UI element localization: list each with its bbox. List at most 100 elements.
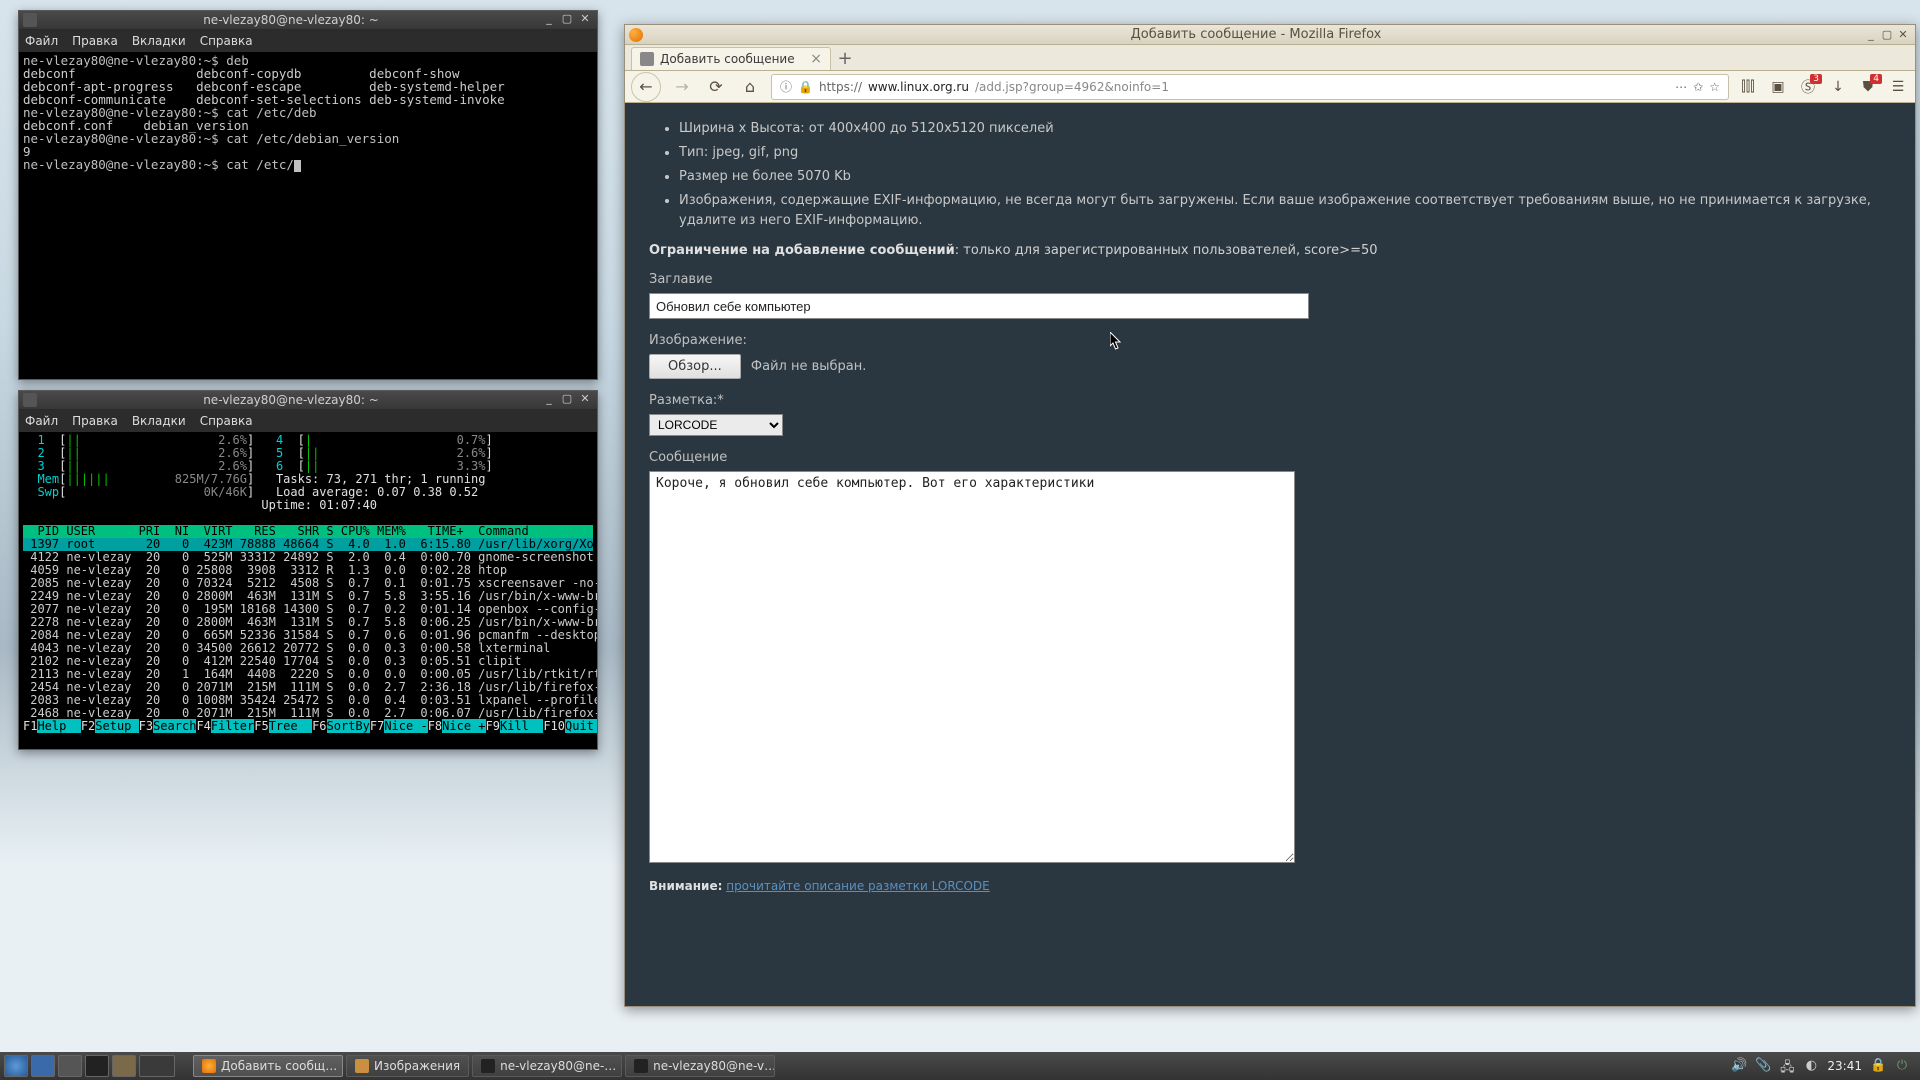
url-proto: https:// <box>819 80 862 94</box>
title-input[interactable] <box>649 293 1309 319</box>
browse-button[interactable]: Обзор... <box>649 354 741 379</box>
terminal-window-1: ne-vlezay80@ne-vlezay80: ~ _ ▢ ✕ Файл Пр… <box>18 10 598 380</box>
close-button[interactable]: ✕ <box>577 13 593 27</box>
screensaver-icon[interactable]: ◐ <box>1803 1058 1819 1074</box>
markup-select[interactable]: LORCODE <box>649 414 783 436</box>
menubar: Файл Правка Вкладки Справка <box>19 30 597 52</box>
close-button[interactable]: ✕ <box>1895 28 1911 42</box>
htop-fkeys[interactable]: F1Help F2Setup F3SearchF4FilterF5Tree F6… <box>23 719 597 733</box>
show-desktop-button[interactable] <box>112 1055 136 1077</box>
menu-file[interactable]: Файл <box>25 34 58 48</box>
minimize-button[interactable]: _ <box>541 393 557 407</box>
menu-edit[interactable]: Правка <box>72 34 118 48</box>
clock[interactable]: 23:41 <box>1827 1059 1862 1073</box>
terminal-launcher[interactable] <box>85 1055 109 1077</box>
reload-button[interactable]: ⟳ <box>703 74 729 100</box>
titlebar[interactable]: ne-vlezay80@ne-vlezay80: ~ _ ▢ ✕ <box>19 391 597 410</box>
title-label: Заглавие <box>649 272 1891 287</box>
new-tab-button[interactable]: + <box>835 50 855 70</box>
favicon-icon <box>640 52 654 66</box>
close-button[interactable]: ✕ <box>577 393 593 407</box>
sidebar-icon[interactable]: ▣ <box>1767 76 1789 98</box>
maximize-button[interactable]: ▢ <box>559 393 575 407</box>
menu-file[interactable]: Файл <box>25 414 58 428</box>
window-title: ne-vlezay80@ne-vlezay80: ~ <box>43 393 539 407</box>
lock-icon: 🔒 <box>798 80 813 94</box>
message-label: Сообщение <box>649 450 1891 465</box>
library-icon[interactable]: ⫿⫿⫿ <box>1737 76 1759 98</box>
url-bar[interactable]: ⓘ 🔒 https:// www.linux.org.ru/add.jsp?gro… <box>771 74 1729 100</box>
start-menu-button[interactable] <box>4 1055 28 1077</box>
forward-button[interactable]: → <box>669 74 695 100</box>
maximize-button[interactable]: ▢ <box>1879 28 1895 42</box>
titlebar[interactable]: ne-vlezay80@ne-vlezay80: ~ _ ▢ ✕ <box>19 11 597 30</box>
terminal-icon <box>481 1059 495 1073</box>
requirements-list: Ширина x Высота: от 400x400 до 5120x5120… <box>679 119 1891 231</box>
logout-icon[interactable]: ⏻ <box>1894 1058 1910 1074</box>
page-content[interactable]: Ширина x Высота: от 400x400 до 5120x5120… <box>625 103 1915 1006</box>
url-domain: www.linux.org.ru <box>868 80 969 94</box>
list-item: Тип: jpeg, gif, png <box>679 143 1891 163</box>
markup-label: Разметка:* <box>649 393 1891 408</box>
url-path: /add.jsp?group=4962&noinfo=1 <box>975 80 1169 94</box>
more-icon[interactable]: ⋯ <box>1675 80 1687 94</box>
info-icon[interactable]: ⓘ <box>780 78 792 95</box>
titlebar[interactable]: Добавить сообщение - Mozilla Firefox _ ▢… <box>625 25 1915 45</box>
menu-tabs[interactable]: Вкладки <box>132 34 186 48</box>
tab-bar: Добавить сообщение × + <box>625 45 1915 71</box>
clipboard-icon[interactable]: 📎 <box>1755 1058 1771 1074</box>
star-outline-icon[interactable]: ✩ <box>1693 80 1703 94</box>
minimize-button[interactable]: _ <box>541 13 557 27</box>
firefox-window: Добавить сообщение - Mozilla Firefox _ ▢… <box>624 24 1916 1007</box>
toolbar: ← → ⟳ ⌂ ⓘ 🔒 https:// www.linux.org.ru/add… <box>625 71 1915 103</box>
file-status: Файл не выбран. <box>751 359 866 374</box>
tab-label: Добавить сообщение <box>660 52 804 66</box>
taskbar-item-terminal2[interactable]: ne-vlezay80@ne-v… <box>625 1055 775 1077</box>
tab-close-icon[interactable]: × <box>810 51 822 67</box>
message-textarea[interactable] <box>649 471 1295 863</box>
browser-launcher[interactable] <box>58 1055 82 1077</box>
firefox-icon <box>202 1059 216 1073</box>
htop-output[interactable]: 1 [|| 2.6%] 4 [| 0.7%] 2 [|| 2.6%] 5 [||… <box>19 432 597 749</box>
tab-active[interactable]: Добавить сообщение × <box>631 47 831 70</box>
terminal-window-htop: ne-vlezay80@ne-vlezay80: ~ _ ▢ ✕ Файл Пр… <box>18 390 598 750</box>
maximize-button[interactable]: ▢ <box>559 13 575 27</box>
taskbar-item-firefox[interactable]: Добавить сообщ… <box>193 1055 343 1077</box>
lorcode-link[interactable]: прочитайте описание разметки LORCODE <box>726 879 990 893</box>
volume-icon[interactable]: 🔊 <box>1731 1058 1747 1074</box>
noscript-icon[interactable]: Ⓢ3 <box>1797 76 1819 98</box>
firefox-icon <box>629 28 643 42</box>
minimize-button[interactable]: _ <box>1863 28 1879 42</box>
menu-tabs[interactable]: Вкладки <box>132 414 186 428</box>
file-manager-launcher[interactable] <box>31 1055 55 1077</box>
list-item: Изображения, содержащие EXIF-информацию,… <box>679 191 1891 231</box>
bookmark-icon[interactable]: ☆ <box>1709 80 1720 94</box>
menubar: Файл Правка Вкладки Справка <box>19 410 597 432</box>
terminal-icon <box>23 13 37 27</box>
list-item: Ширина x Высота: от 400x400 до 5120x5120… <box>679 119 1891 139</box>
downloads-icon[interactable]: ↓ <box>1827 76 1849 98</box>
terminal-icon <box>23 393 37 407</box>
cursor-icon <box>294 160 301 172</box>
window-title: Добавить сообщение - Mozilla Firefox <box>649 27 1863 42</box>
taskbar: Добавить сообщ… Изображения ne-vlezay80@… <box>0 1052 1920 1080</box>
lock-icon[interactable]: 🔒 <box>1870 1058 1886 1074</box>
taskbar-item-terminal1[interactable]: ne-vlezay80@ne-… <box>472 1055 622 1077</box>
warning-text: Внимание: прочитайте описание разметки L… <box>649 879 1891 893</box>
restriction-text: Ограничение на добавление сообщений: тол… <box>649 243 1891 258</box>
back-button[interactable]: ← <box>631 72 661 102</box>
terminal-output[interactable]: ne-vlezay80@ne-vlezay80:~$ deb debconf d… <box>19 52 597 379</box>
folder-icon <box>355 1059 369 1073</box>
home-button[interactable]: ⌂ <box>737 74 763 100</box>
menu-help[interactable]: Справка <box>200 414 253 428</box>
menu-help[interactable]: Справка <box>200 34 253 48</box>
ublock-icon[interactable]: ⛊4 <box>1857 76 1879 98</box>
terminal-icon <box>634 1059 648 1073</box>
menu-edit[interactable]: Правка <box>72 414 118 428</box>
taskbar-item-images[interactable]: Изображения <box>346 1055 469 1077</box>
system-tray: 🔊 📎 🖧 ◐ 23:41 🔒 ⏻ <box>1731 1058 1916 1074</box>
list-item: Размер не более 5070 Kb <box>679 167 1891 187</box>
workspace-switcher[interactable] <box>139 1055 175 1077</box>
hamburger-menu-icon[interactable]: ☰ <box>1887 76 1909 98</box>
network-icon[interactable]: 🖧 <box>1779 1058 1795 1074</box>
